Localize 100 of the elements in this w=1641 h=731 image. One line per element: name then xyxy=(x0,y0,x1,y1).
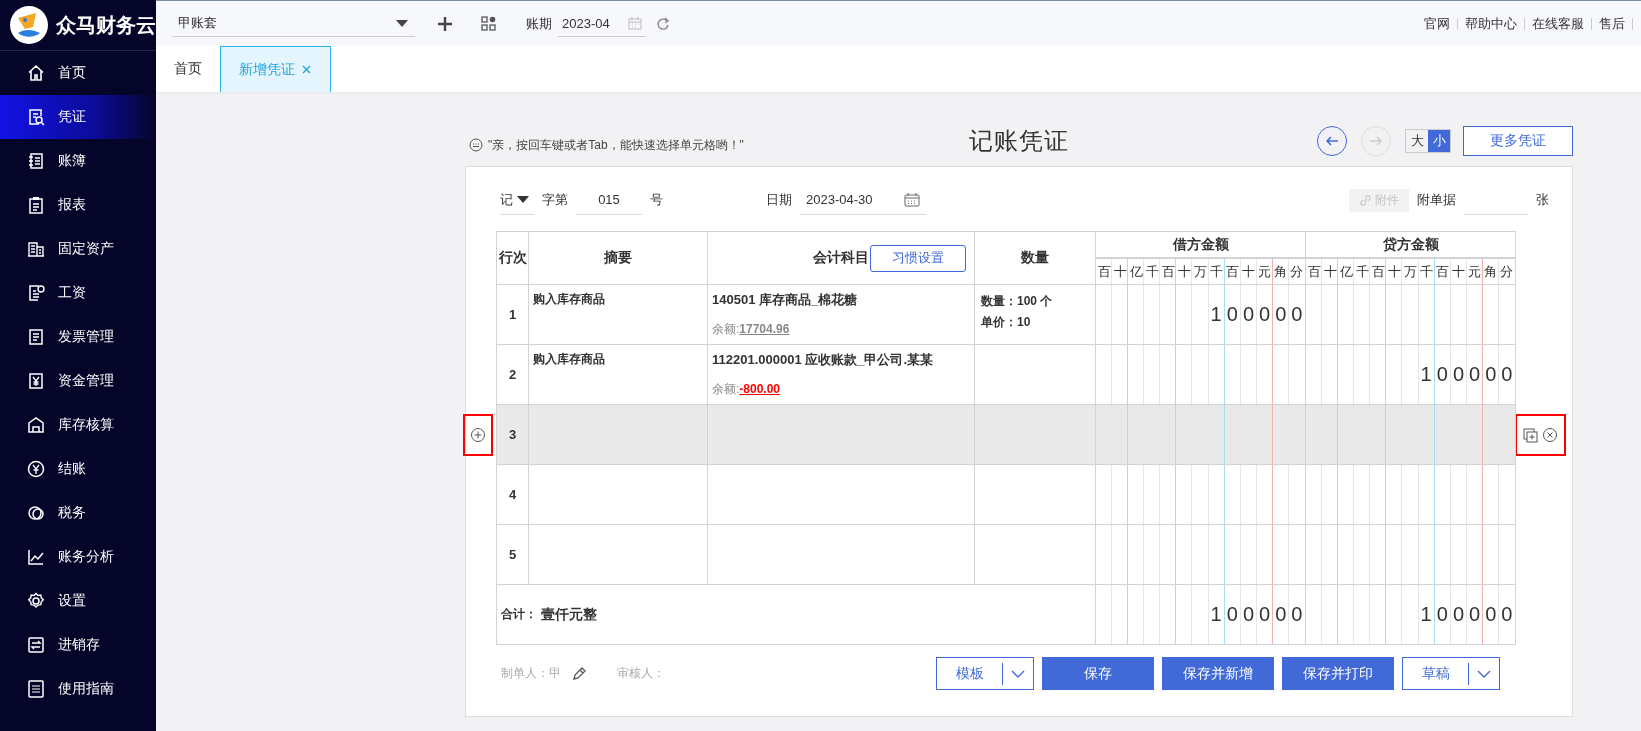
header-link[interactable]: 帮助中心 xyxy=(1458,17,1525,30)
sidebar-item[interactable]: 凭证 xyxy=(0,95,156,139)
action-button[interactable]: 保存 xyxy=(1042,657,1154,690)
sidebar-item[interactable]: 工资 xyxy=(0,271,156,315)
header-link[interactable]: 官网 xyxy=(1417,17,1458,30)
document-icon xyxy=(26,327,46,347)
digit-unit-label: 千 xyxy=(1419,262,1435,281)
voucher-word-select[interactable]: 记 xyxy=(500,185,534,215)
date-label: 日期 xyxy=(766,191,792,209)
sidebar-item[interactable]: 结账 xyxy=(0,447,156,491)
sidebar-item[interactable]: 报表 xyxy=(0,183,156,227)
summary-text: 购入库存商品 xyxy=(533,352,605,366)
account-set-select[interactable]: 甲账套 xyxy=(172,10,415,37)
refresh-icon[interactable] xyxy=(656,16,670,31)
split-button[interactable]: 模板 xyxy=(936,657,1034,690)
settings-icon xyxy=(26,591,46,611)
date-field[interactable]: 2023-04-30 xyxy=(800,185,926,215)
account-name: 112201.000001 应收账款_甲公司.某某 xyxy=(712,351,935,369)
digit-unit-label: 千 xyxy=(1144,262,1160,281)
column-header: 数量 xyxy=(975,231,1096,285)
quantity-text: 单价：10 xyxy=(981,314,1031,331)
attachments-label: 附单据 xyxy=(1417,191,1456,209)
size-toggle[interactable]: 大 xyxy=(1406,130,1428,152)
document-search-icon xyxy=(26,107,46,127)
maker-label: 制单人： xyxy=(501,665,549,682)
digit-unit-label: 亿 xyxy=(1128,262,1144,281)
period-field[interactable]: 2023-04 xyxy=(558,10,646,37)
reviewer-label: 审核人： xyxy=(617,665,665,682)
plus-icon[interactable] xyxy=(437,15,453,32)
sidebar-item[interactable]: 固定资产 xyxy=(0,227,156,271)
digit-unit-label: 分 xyxy=(1289,262,1305,281)
building-icon xyxy=(26,239,46,259)
voucher-number-field[interactable]: 015 xyxy=(576,185,642,215)
apps-icon[interactable] xyxy=(481,16,496,31)
habit-settings-button[interactable]: 习惯设置 xyxy=(870,244,966,272)
tab[interactable]: 首页 xyxy=(156,46,220,92)
more-vouchers-button[interactable]: 更多凭证 xyxy=(1463,126,1573,156)
logo-icon xyxy=(9,5,49,45)
total-amount-in-words: 壹仟元整 xyxy=(541,605,597,624)
digit-unit-label: 千 xyxy=(1209,262,1225,281)
sidebar-item[interactable]: 资金管理 xyxy=(0,359,156,403)
yen-document-icon xyxy=(26,371,46,391)
digit-unit-label: 亿 xyxy=(1338,262,1354,281)
caret-icon xyxy=(395,18,409,28)
column-header: 贷方金额 xyxy=(1306,231,1516,258)
sidebar-item[interactable]: 账簿 xyxy=(0,139,156,183)
digit-unit-label: 万 xyxy=(1193,262,1208,281)
account-name: 140501 库存商品_棉花糖 xyxy=(712,291,859,309)
column-header: 摘要 xyxy=(529,231,708,285)
action-button[interactable]: 保存并新增 xyxy=(1162,657,1274,690)
sidebar-item[interactable]: 发票管理 xyxy=(0,315,156,359)
action-button[interactable]: 保存并打印 xyxy=(1282,657,1394,690)
sidebar-item[interactable]: 税务 xyxy=(0,491,156,535)
digit-unit-label: 十 xyxy=(1322,262,1338,281)
app-logo-text: 众马财务云 xyxy=(56,12,156,38)
row-number: 3 xyxy=(497,405,529,465)
pencil-icon[interactable] xyxy=(571,665,587,682)
sidebar-item[interactable]: 设置 xyxy=(0,579,156,623)
amount-digits: 100000 xyxy=(1420,363,1518,386)
row-number: 4 xyxy=(497,465,529,525)
word-label: 字第 xyxy=(542,191,568,209)
sidebar-item[interactable]: 库存核算 xyxy=(0,403,156,447)
digit-unit-label: 百 xyxy=(1435,262,1451,281)
size-toggle[interactable]: 小 xyxy=(1428,130,1450,152)
digit-unit-label: 百 xyxy=(1306,262,1322,281)
copy-row-icon[interactable] xyxy=(1523,427,1538,443)
split-button[interactable]: 草稿 xyxy=(1402,657,1500,690)
hint-text: "亲，按回车键或者Tab，能快速选择单元格哟！" xyxy=(488,136,744,154)
delete-row-icon[interactable] xyxy=(1542,427,1558,443)
number-suffix: 号 xyxy=(650,191,663,209)
digit-unit-label: 元 xyxy=(1467,262,1483,281)
exchange-icon xyxy=(26,635,46,655)
digit-unit-label: 十 xyxy=(1386,262,1402,281)
digit-unit-label: 角 xyxy=(1483,262,1499,281)
warehouse-icon xyxy=(26,415,46,435)
total-label: 合计： xyxy=(501,606,537,623)
sidebar-item[interactable]: 首页 xyxy=(0,51,156,95)
digit-unit-label: 百 xyxy=(1096,262,1112,281)
document-badge-icon xyxy=(26,283,46,303)
digit-unit-label: 十 xyxy=(1112,262,1128,281)
column-header: 会计科目 xyxy=(813,249,869,267)
add-row-icon[interactable] xyxy=(470,427,486,443)
maker-name: 甲 xyxy=(549,665,561,682)
sidebar-item[interactable]: 账务分析 xyxy=(0,535,156,579)
chevron-down-icon xyxy=(1477,668,1491,679)
yen-circle-icon xyxy=(26,459,46,479)
header-link[interactable]: 售后 xyxy=(1592,17,1633,30)
digit-unit-label: 百 xyxy=(1225,262,1241,281)
header-link[interactable]: 在线客服 xyxy=(1525,17,1592,30)
coin-icon xyxy=(26,503,46,523)
amount-digits: 100000 xyxy=(1210,303,1308,326)
sidebar-item[interactable]: 进销存 xyxy=(0,623,156,667)
close-icon[interactable] xyxy=(301,64,312,75)
digit-unit-label: 角 xyxy=(1273,262,1289,281)
account-balance: 余额:-800.00 xyxy=(712,381,782,398)
sidebar-item[interactable]: 使用指南 xyxy=(0,667,156,711)
line-chart-icon xyxy=(26,547,46,567)
column-header: 借方金额 xyxy=(1096,231,1306,258)
clipboard-icon xyxy=(26,195,46,215)
quantity-text: 数量：100 个 xyxy=(981,293,1053,310)
